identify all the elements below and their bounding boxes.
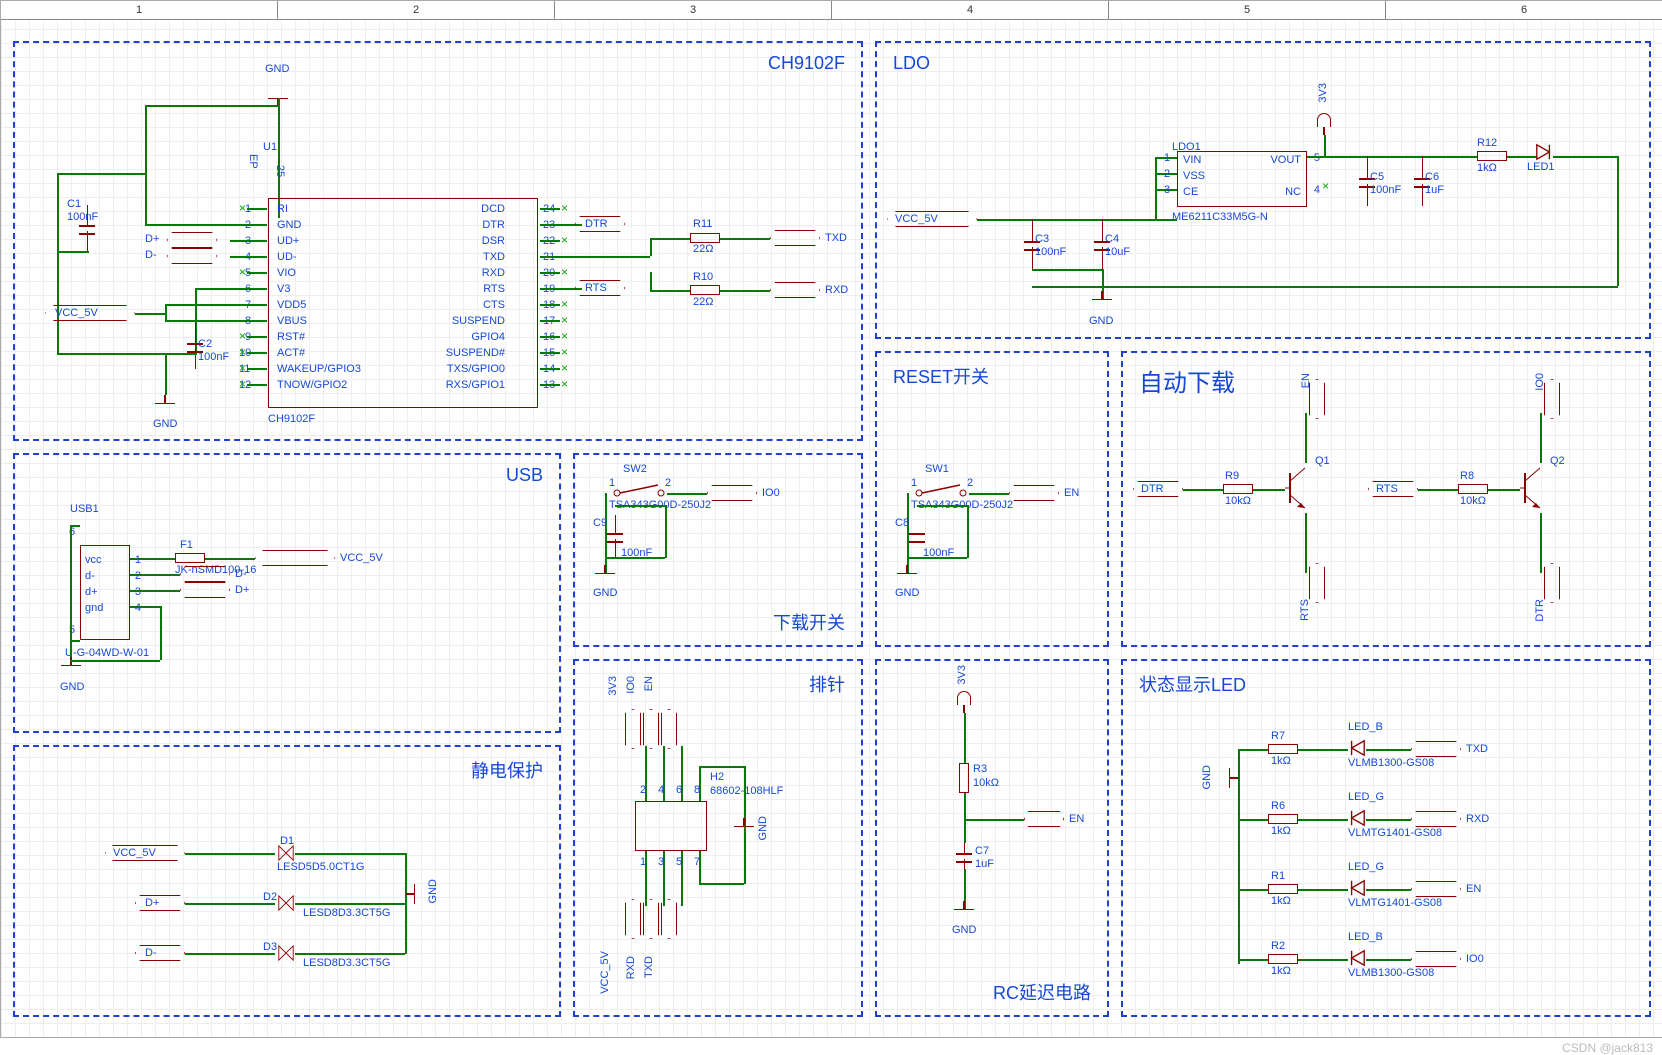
gnd-symbol bbox=[268, 85, 288, 99]
block-header: 排针 H2 68602-108HLF 3V3 IO0 EN 2 4 6 8 1 … bbox=[573, 659, 863, 1017]
block-title: USB bbox=[506, 465, 543, 486]
gnd-symbol bbox=[1092, 299, 1112, 313]
ruler-cell: 3 bbox=[555, 1, 832, 19]
ruler-cell: 5 bbox=[1109, 1, 1386, 19]
port-io0: IO0 bbox=[707, 485, 757, 501]
led1 bbox=[1535, 143, 1553, 161]
r11 bbox=[690, 233, 720, 243]
block-title: CH9102F bbox=[768, 53, 845, 74]
block-ldo: LDO VCC_5V C3 100nF C4 10uF GND LDO1 1 V… bbox=[875, 41, 1651, 339]
tvs-d1 bbox=[277, 844, 295, 862]
ruler-cell: 1 bbox=[1, 1, 278, 19]
block-title: LDO bbox=[893, 53, 930, 74]
block-esd: 静电保护 VCC_5V D+ D- D1 LESD5D5.0CT1G D2 LE… bbox=[13, 745, 561, 1017]
r8 bbox=[1458, 484, 1488, 494]
port-rts-v bbox=[1309, 563, 1325, 603]
ruler-cell: 2 bbox=[278, 1, 555, 19]
gnd-symbol bbox=[61, 665, 81, 679]
sw2 bbox=[611, 479, 661, 491]
port-vcc5v: VCC_5V bbox=[105, 845, 185, 861]
fuse-f1 bbox=[175, 553, 205, 563]
block-title: 自动下载 bbox=[1139, 363, 1235, 398]
port-dm: D- bbox=[167, 248, 217, 264]
port-dtr-v bbox=[1544, 563, 1560, 603]
block-statusled: 状态显示LED GND R7 1kΩ LED_B VLMB1300-GS08 T… bbox=[1121, 659, 1651, 1017]
block-title: RC延迟电路 bbox=[993, 979, 1091, 1005]
r12 bbox=[1477, 151, 1507, 161]
port-dm: D- bbox=[180, 566, 230, 582]
r10 bbox=[690, 285, 720, 295]
block-rc: RC延迟电路 3V3 R3 10kΩ EN C7 1uF GND bbox=[875, 659, 1109, 1017]
block-reset: RESET开关 SW1 1 2 TSA343G00D-250J2 EN C8 1… bbox=[875, 351, 1109, 647]
header-h2 bbox=[635, 801, 707, 851]
block-dlsw: 下载开关 SW2 1 2 TSA343G00D-250J2 IO0 C9 100… bbox=[573, 453, 863, 647]
port-vcc5v: VCC_5V bbox=[45, 305, 135, 321]
r3 bbox=[959, 763, 969, 793]
ic-ldo: 1 VIN 2 VSS 3 CE 5 VOUT 4 NC bbox=[1177, 151, 1307, 207]
ruler-cell: 6 bbox=[1386, 1, 1662, 19]
port-dm: D- bbox=[135, 945, 185, 961]
block-title: RESET开关 bbox=[893, 363, 989, 389]
block-ch9102f: CH9102F GND U1 EP 25 1RI 2GND 3UD+ 4UD- … bbox=[13, 41, 863, 441]
block-title: 排针 bbox=[809, 671, 845, 697]
gnd-symbol bbox=[155, 403, 175, 417]
block-usb: USB USB1 vcc d- d+ gnd 1 2 3 4 5 6 U-G-0… bbox=[13, 453, 561, 733]
ep-pin-n: 25 bbox=[274, 165, 286, 177]
port-rxd: RXD bbox=[770, 282, 820, 298]
npn-q1 bbox=[1285, 463, 1315, 503]
sw1 bbox=[913, 479, 963, 491]
port-en: EN bbox=[1024, 811, 1064, 827]
gnd-label: GND bbox=[265, 63, 289, 75]
watermark: CSDN @jack813 bbox=[1562, 1041, 1653, 1055]
port-vcc5v: VCC_5V bbox=[255, 550, 335, 566]
ruler-cell: 4 bbox=[832, 1, 1109, 19]
tvs-d2 bbox=[277, 894, 295, 912]
npn-q2 bbox=[1520, 463, 1550, 503]
block-title: 状态显示LED bbox=[1139, 671, 1246, 697]
schematic-sheet: 1 2 3 4 5 6 CH9102F GND U1 EP 25 1RI 2GN… bbox=[0, 0, 1662, 1038]
part-number: CH9102F bbox=[268, 413, 315, 425]
port-en: EN bbox=[1009, 485, 1059, 501]
block-title: 静电保护 bbox=[471, 757, 543, 783]
port-rts: RTS bbox=[575, 280, 625, 296]
port-dtr: DTR bbox=[575, 216, 625, 232]
ruler-top: 1 2 3 4 5 6 bbox=[1, 1, 1662, 20]
block-autodl: 自动下载 DTR R9 10kΩ Q1 EN RTS RTS R8 10kΩ Q… bbox=[1121, 351, 1651, 647]
pwr-3v3 bbox=[1317, 113, 1331, 133]
port-rts: RTS bbox=[1368, 481, 1418, 497]
block-title: 下载开关 bbox=[773, 609, 845, 635]
cap-c8 bbox=[909, 533, 925, 543]
tvs-d3 bbox=[277, 944, 295, 962]
r9 bbox=[1223, 484, 1253, 494]
port-dp: D+ bbox=[135, 895, 185, 911]
port-dtr: DTR bbox=[1133, 481, 1183, 497]
port-dp: D+ bbox=[180, 582, 230, 598]
port-dp: D+ bbox=[167, 232, 217, 248]
ep-pin: EP bbox=[247, 154, 259, 169]
port-txd: TXD bbox=[770, 230, 820, 246]
refdes: U1 bbox=[263, 141, 277, 153]
port-io0-v bbox=[1544, 379, 1560, 419]
usb-conn: vcc d- d+ gnd 1 2 3 4 5 6 bbox=[80, 545, 130, 640]
port-vcc5v: VCC_5V bbox=[887, 211, 977, 227]
